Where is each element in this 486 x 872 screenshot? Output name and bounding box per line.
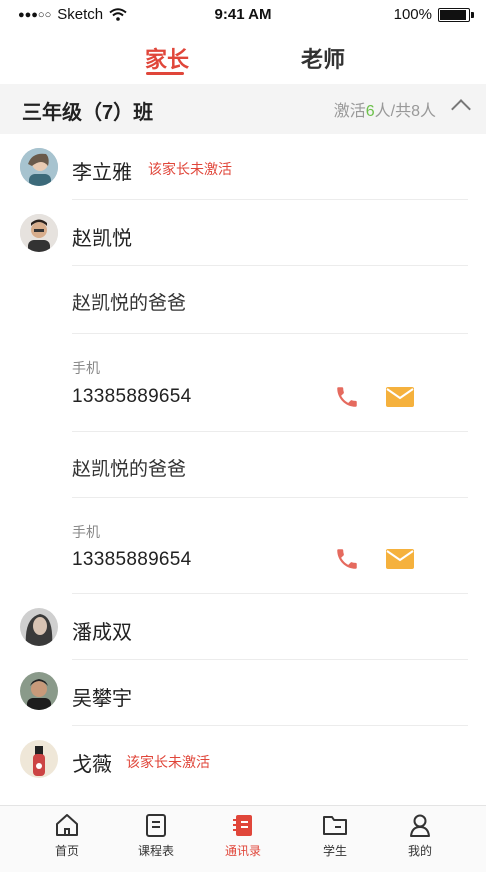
- parent-row[interactable]: 赵凯悦的爸爸: [0, 266, 486, 334]
- contacts-book-icon: [233, 815, 252, 836]
- contact-row[interactable]: 赵凯悦: [0, 200, 486, 266]
- contact-name: 李立雅: [72, 162, 132, 184]
- contact-row[interactable]: 戈薇 该家长未激活: [0, 726, 486, 794]
- contact-name: 吴攀宇: [72, 688, 132, 710]
- tabbar-item-mine[interactable]: 我的: [385, 812, 455, 859]
- contact-row[interactable]: 吴攀宇: [0, 660, 486, 726]
- tabbar-item-schedule[interactable]: 课程表: [121, 812, 191, 859]
- avatar: [20, 740, 58, 778]
- tabbar-label: 课程表: [137, 844, 174, 858]
- avatar: [20, 608, 58, 646]
- tabbar-label: 学生: [322, 844, 347, 858]
- parent-name: 赵凯悦的爸爸: [72, 293, 187, 314]
- inactive-badge: 该家长未激活: [126, 754, 210, 770]
- activation-stat: 激活6人/共8人: [333, 103, 436, 120]
- phone-call-icon[interactable]: [334, 384, 360, 410]
- tabbar-item-students[interactable]: 学生: [300, 812, 370, 859]
- phone-number: 13385889654: [72, 549, 192, 570]
- avatar: [20, 148, 58, 186]
- phone-call-icon[interactable]: [334, 546, 360, 572]
- total-count: 8: [411, 103, 420, 120]
- status-bar: ●●●○○ Sketch 9:41 AM 100%: [0, 0, 486, 30]
- tabbar-item-contacts[interactable]: 通讯录: [208, 812, 278, 859]
- message-icon[interactable]: [386, 387, 414, 407]
- top-tabs: 家长 老师: [0, 32, 486, 80]
- schedule-icon: [146, 814, 166, 837]
- contact-name: 潘成双: [72, 622, 132, 644]
- tab-parents[interactable]: 家长: [145, 42, 189, 74]
- parent-row[interactable]: 赵凯悦的爸爸: [0, 432, 486, 498]
- tabbar-label: 通讯录: [224, 844, 261, 858]
- avatar: [20, 672, 58, 710]
- contact-row[interactable]: 李立雅 该家长未激活: [0, 134, 486, 200]
- avatar: [20, 214, 58, 252]
- message-icon[interactable]: [386, 549, 414, 569]
- bottom-tab-bar: 首页 课程表 通讯录 学生 我的: [0, 805, 486, 872]
- contact-name: 赵凯悦: [72, 228, 132, 250]
- phone-number: 13385889654: [72, 386, 192, 407]
- user-icon: [410, 814, 430, 837]
- phone-label: 手机: [72, 360, 100, 376]
- tabbar-label: 我的: [407, 844, 432, 858]
- class-group-header[interactable]: 三年级（7）班 激活6人/共8人: [0, 84, 486, 134]
- parent-name: 赵凯悦的爸爸: [72, 459, 187, 480]
- phone-row: 手机 13385889654: [0, 334, 486, 432]
- battery-icon: [438, 7, 474, 22]
- phone-row: 手机 13385889654: [0, 498, 486, 594]
- contact-name: 戈薇: [72, 754, 112, 776]
- collapse-chevron-icon[interactable]: [451, 99, 471, 119]
- inactive-badge: 该家长未激活: [148, 161, 232, 177]
- active-tab-indicator: [146, 72, 184, 75]
- tab-teachers[interactable]: 老师: [301, 42, 345, 74]
- folder-icon: [323, 816, 347, 835]
- phone-label: 手机: [72, 524, 100, 540]
- contact-row[interactable]: 潘成双: [0, 594, 486, 660]
- tabbar-label: 首页: [54, 844, 79, 858]
- tabbar-item-home[interactable]: 首页: [32, 812, 102, 859]
- active-count: 6: [365, 103, 375, 120]
- class-title: 三年级（7）班: [22, 102, 154, 124]
- home-icon: [56, 814, 78, 836]
- battery-percent: 100%: [393, 6, 432, 23]
